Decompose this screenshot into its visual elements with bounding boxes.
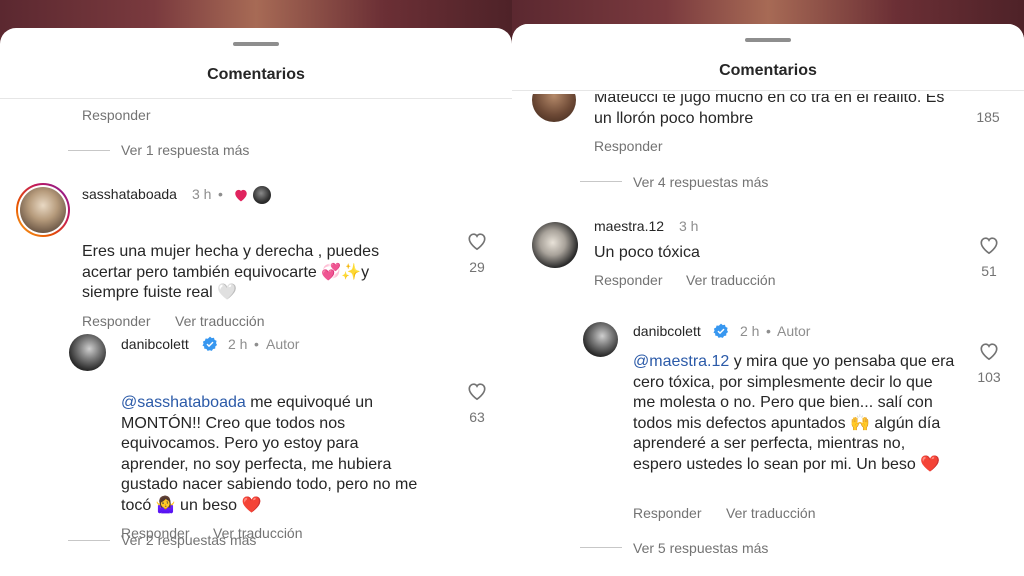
mention-link[interactable]: @maestra.12 (633, 353, 729, 370)
view-more-replies-button[interactable]: Ver 1 respuesta más (121, 142, 249, 158)
mention-link[interactable]: @sasshataboada (121, 394, 246, 411)
author-badge: Autor (266, 336, 300, 352)
reply-time: 2 h (228, 336, 248, 352)
more-replies-line (68, 540, 110, 541)
reply-body: me equivoqué un MONTÓN!! Creo que todos … (121, 394, 418, 514)
meta-separator: • (218, 186, 223, 202)
comment-text: Mateucci te jugo mucho en co tra en el r… (594, 89, 945, 127)
like-count: 63 (469, 409, 485, 425)
header-mask (512, 24, 1024, 94)
like-heart-icon[interactable] (466, 231, 488, 256)
see-translation-button[interactable]: Ver traducción (175, 313, 265, 329)
comment-username[interactable]: maestra.12 (594, 218, 664, 234)
author-badge: Autor (777, 323, 811, 339)
reply-button[interactable]: Responder (633, 505, 702, 521)
comments-sheet: Comentarios Mateucci te jugo mucho en co… (512, 24, 1024, 576)
comment-time: 3 h (192, 186, 212, 202)
avatar-inner-ring (18, 185, 68, 235)
like-count: 185 (976, 109, 1000, 125)
liked-by-author-avatar (253, 186, 271, 204)
reply-username[interactable]: danibcolett (121, 336, 189, 352)
comments-panel-right: Comentarios Mateucci te jugo mucho en co… (512, 0, 1024, 576)
reply-username[interactable]: danibcolett (633, 323, 701, 339)
like-heart-icon[interactable] (466, 381, 488, 406)
sheet-title: Comentarios (719, 62, 817, 79)
sheet-title: Comentarios (207, 66, 305, 83)
comments-sheet: Comentarios Responder Ver 1 respuesta má… (0, 28, 512, 576)
red-heart-icon (233, 188, 249, 207)
like-heart-icon[interactable] (978, 341, 1000, 366)
reply-text: @sasshataboada me equivoqué un MONTÓN!! … (121, 393, 426, 516)
avatar-story-ring[interactable] (16, 183, 70, 237)
avatar[interactable] (532, 222, 578, 268)
like-heart-icon[interactable] (978, 235, 1000, 260)
divider (0, 98, 512, 99)
reply-button[interactable]: Responder (82, 107, 151, 123)
reply-button[interactable]: Responder (594, 138, 663, 154)
like-count: 29 (469, 259, 485, 275)
comment-username[interactable]: sasshataboada (82, 186, 177, 202)
meta-separator: • (766, 323, 771, 339)
comment-time: 3 h (679, 218, 699, 234)
avatar[interactable] (69, 334, 106, 371)
drag-handle[interactable] (745, 38, 791, 42)
reply-time: 2 h (740, 323, 760, 339)
verified-badge-icon (713, 323, 729, 344)
more-replies-line (580, 181, 622, 182)
see-translation-button[interactable]: Ver traducción (726, 505, 816, 521)
view-more-replies-button[interactable]: Ver 2 respuestas más (121, 532, 256, 548)
drag-handle[interactable] (233, 42, 279, 46)
meta-separator: • (254, 336, 259, 352)
avatar (20, 187, 66, 233)
reply-button[interactable]: Responder (82, 313, 151, 329)
reply-text: @maestra.12 y mira que yo pensaba que er… (633, 352, 958, 475)
comment-text: Eres una mujer hecha y derecha , puedes … (82, 243, 380, 301)
more-replies-line (68, 150, 110, 151)
comments-panel-left: Comentarios Responder Ver 1 respuesta má… (0, 0, 512, 576)
reply-body: y mira que yo pensaba que era cero tóxic… (633, 353, 955, 473)
view-more-replies-button[interactable]: Ver 5 respuestas más (633, 540, 768, 556)
avatar[interactable] (583, 322, 618, 357)
like-count: 51 (981, 263, 997, 279)
view-more-replies-button[interactable]: Ver 4 respuestas más (633, 174, 768, 190)
verified-badge-icon (202, 336, 218, 357)
see-translation-button[interactable]: Ver traducción (686, 272, 776, 288)
like-count: 103 (977, 369, 1001, 385)
comment-text: Un poco tóxica (594, 244, 700, 261)
reply-button[interactable]: Responder (594, 272, 663, 288)
divider (512, 90, 1024, 91)
more-replies-line (580, 547, 622, 548)
